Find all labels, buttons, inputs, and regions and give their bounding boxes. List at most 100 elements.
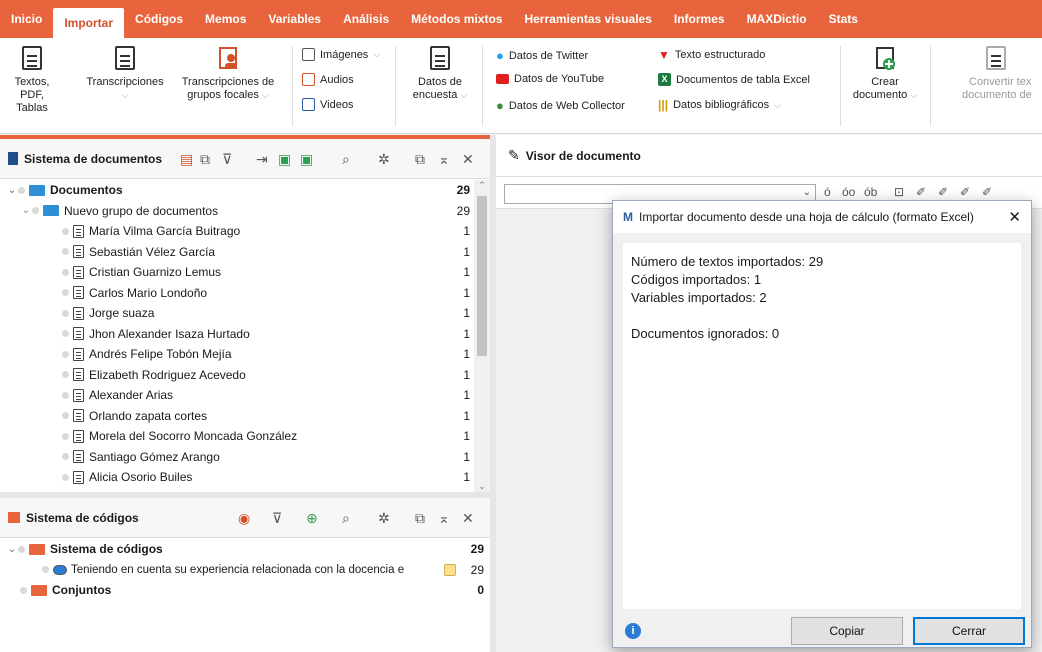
document-row[interactable]: Sebastián Vélez García 1 [0,242,474,263]
scroll-down-icon[interactable]: ⌄ [474,481,490,492]
convert-document-button[interactable]: Convertir tex documento de [955,46,1042,102]
tab-memos[interactable]: Memos [194,0,257,38]
tab-importar[interactable]: Importar [53,8,125,38]
close-icon[interactable]: ✕ [462,510,474,527]
document-row[interactable]: Santiago Gómez Arango 1 [0,447,474,468]
document-name: María Vilma García Buitrago [89,224,241,239]
code-at-icon[interactable]: ó [824,185,831,199]
dialog-titlebar: M Importar documento desde una hoja de c… [613,201,1031,233]
marker-icon[interactable]: ✐ [916,185,926,199]
import-excel-button[interactable]: X Documentos de tabla Excel [658,73,810,86]
chevron-down-icon[interactable]: ⌄ [6,544,18,555]
import-youtube-button[interactable]: Datos de YouTube [496,73,604,85]
import-audios-button[interactable]: Audios [302,73,354,86]
collapse-icon[interactable]: ⌅ [438,510,450,527]
maxqda-logo-icon: M [623,210,633,224]
code-root-label: Sistema de códigos [50,542,163,557]
new-code-icon[interactable]: ⊕ [306,510,318,527]
document-row[interactable]: Andrés Felipe Tobón Mejía 1 [0,344,474,365]
close-button[interactable]: Cerrar [913,617,1025,645]
activate-icon[interactable]: ▤ [180,151,193,168]
memo-icon[interactable] [444,563,456,576]
import-structured-text-button[interactable]: ▼ Texto estructurado [658,48,765,62]
document-row[interactable]: Cristian Guarnizo Lemus 1 [0,262,474,283]
document-icon [73,265,84,279]
tab-stats[interactable]: Stats [818,0,869,38]
info-icon[interactable]: i [625,623,641,639]
document-row[interactable]: Carlos Mario Londoño 1 [0,283,474,304]
import-bibliographic-button[interactable]: ||| Datos bibliográficos ⌵ [658,98,781,112]
document-scrollbar[interactable]: ⌃ ⌄ [474,180,490,492]
gear-icon[interactable]: ✲ [378,510,390,527]
tab-inicio[interactable]: Inicio [0,0,53,38]
document-icon [73,224,84,238]
document-row[interactable]: Morela del Socorro Moncada González 1 [0,426,474,447]
copy-icon[interactable]: ⧉ [200,151,210,168]
new-folder-icon[interactable]: ▣ [300,151,313,168]
marker-icon[interactable]: ✐ [982,185,992,199]
tab-analisis[interactable]: Análisis [332,0,400,38]
document-row[interactable]: Jorge suaza 1 [0,303,474,324]
marker-icon[interactable]: ✐ [960,185,970,199]
import-images-button[interactable]: Imágenes ⌵ [302,48,380,61]
tab-metodos-mixtos[interactable]: Métodos mixtos [400,0,513,38]
activate-codes-icon[interactable]: ◉ [238,510,250,527]
scroll-thumb[interactable] [477,196,487,356]
video-icon [302,98,315,111]
tab-herramientas-visuales[interactable]: Herramientas visuales [513,0,662,38]
search-icon[interactable]: ⌕ [342,510,350,527]
close-icon[interactable]: ✕ [462,151,474,168]
search-icon[interactable]: ⌕ [342,151,350,168]
filter-icon[interactable]: ⊽ [272,510,282,527]
import-videos-button[interactable]: Videos [302,98,353,111]
import-survey-button[interactable]: Datos de encuesta ⌵ [405,46,475,102]
emoticode-icon[interactable]: ⊡ [894,185,904,199]
document-row[interactable]: Alexander Arias 1 [0,385,474,406]
import-texts-button[interactable]: Textos, PDF, Tablas [2,46,62,115]
code-system-panel: Sistema de códigos ◉ ⊽ ⊕ ⌕ ✲ ⧉ ⌅ ✕ ⌄ Sis… [0,498,490,652]
chevron-down-icon[interactable]: ⌄ [6,185,18,196]
new-document-small-icon[interactable]: ▣ [278,151,291,168]
chevron-down-icon[interactable]: ⌄ [20,205,32,216]
document-count: 1 [463,244,470,259]
scroll-up-icon[interactable]: ⌃ [474,180,490,191]
document-row[interactable]: María Vilma García Buitrago 1 [0,221,474,242]
tab-maxdictio[interactable]: MAXDictio [736,0,818,38]
code-tree-root[interactable]: ⌄ Sistema de códigos 29 [0,539,490,560]
document-row[interactable]: Jhon Alexander Isaza Hurtado 1 [0,324,474,345]
collapse-icon[interactable]: ⌅ [438,151,450,168]
tab-codigos[interactable]: Códigos [124,0,194,38]
code-sets[interactable]: Conjuntos 0 [0,580,490,601]
tree-group[interactable]: ⌄ Nuevo grupo de documentos 29 [0,201,474,222]
import-transcripts-button[interactable]: Transcripciones ⌵ [80,46,170,102]
code-in-vivo-icon[interactable]: óo [842,185,855,199]
undock-icon[interactable]: ⧉ [415,151,425,168]
import-icon[interactable]: ⇥ [256,151,268,168]
filter-icon[interactable]: ⊽ [222,151,232,168]
import-audios-label: Audios [320,73,354,86]
tree-root-documents[interactable]: ⌄ Documentos 29 [0,180,474,201]
create-document-button[interactable]: Crear documento ⌵ [850,46,920,102]
import-focus-groups-label2: grupos focales [187,89,259,101]
tab-informes[interactable]: Informes [663,0,736,38]
import-focus-groups-button[interactable]: Transcripciones de grupos focales ⌵ [172,46,284,102]
import-web-collector-button[interactable]: ● Datos de Web Collector [496,98,625,113]
code-folder-icon [29,543,45,555]
gear-icon[interactable]: ✲ [378,151,390,168]
document-row[interactable]: Elizabeth Rodriguez Acevedo 1 [0,365,474,386]
undock-icon[interactable]: ⧉ [415,510,425,527]
code-root-count: 29 [470,542,484,557]
tab-variables[interactable]: Variables [257,0,332,38]
code-highlight-icon[interactable]: ób [864,185,877,199]
ribbon-divider [482,46,483,126]
copy-button[interactable]: Copiar [791,617,903,645]
edit-icon: ✎ [508,147,520,163]
marker-icon[interactable]: ✐ [938,185,948,199]
document-row[interactable]: Orlando zapata cortes 1 [0,406,474,427]
import-twitter-label: Datos de Twitter [508,49,589,62]
document-row[interactable]: Alicia Osorio Builes 1 [0,467,474,488]
code-item[interactable]: Teniendo en cuenta su experiencia relaci… [0,560,490,581]
document-icon [73,470,84,484]
import-twitter-button[interactable]: ● Datos de Twitter [496,48,588,63]
close-icon[interactable]: ✕ [1008,208,1021,226]
